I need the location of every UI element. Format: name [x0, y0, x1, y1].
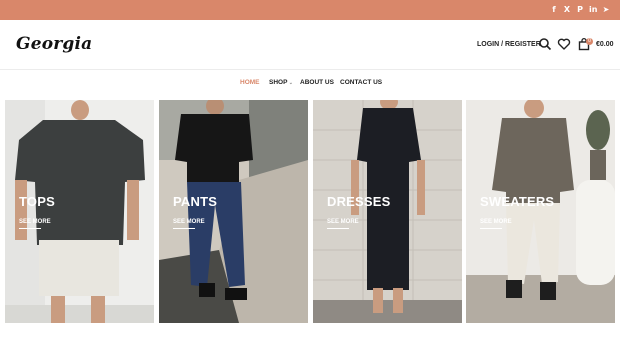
- top-bar: f X P in ➤: [0, 0, 620, 20]
- see-more-link[interactable]: SEE MORE: [480, 219, 512, 225]
- facebook-icon[interactable]: f: [550, 4, 558, 16]
- pinterest-icon[interactable]: P: [576, 4, 584, 16]
- category-image-pants: [159, 100, 308, 323]
- cart-total[interactable]: €0.00: [596, 41, 614, 48]
- category-tile-tops[interactable]: TOPS SEE MORE: [5, 100, 154, 323]
- main-nav: HOME SHOP ⌄ ABOUT US CONTACT US: [0, 77, 620, 89]
- see-more-underline: [19, 228, 41, 229]
- see-more-link[interactable]: SEE MORE: [327, 219, 359, 225]
- category-image-dresses: [313, 100, 462, 323]
- x-twitter-icon[interactable]: X: [563, 4, 571, 16]
- search-icon[interactable]: [538, 37, 552, 51]
- nav-about-us[interactable]: ABOUT US: [300, 77, 334, 89]
- site-logo[interactable]: Georgia: [16, 34, 92, 54]
- category-tile-sweaters[interactable]: SWEATERS SEE MORE: [466, 100, 615, 323]
- see-more-underline: [480, 228, 502, 229]
- category-title: TOPS: [19, 194, 55, 209]
- site-header: Georgia LOGIN / REGISTER 0 €0.00: [0, 20, 620, 70]
- nav-home[interactable]: HOME: [240, 77, 260, 89]
- category-title: SWEATERS: [480, 194, 555, 209]
- see-more-link[interactable]: SEE MORE: [19, 219, 51, 225]
- heart-icon[interactable]: [557, 37, 571, 51]
- category-tile-pants[interactable]: PANTS SEE MORE: [159, 100, 308, 323]
- see-more-link[interactable]: SEE MORE: [173, 219, 205, 225]
- login-register-link[interactable]: LOGIN / REGISTER: [477, 41, 541, 48]
- category-image-tops: [5, 100, 154, 323]
- cart-count-badge: 0: [586, 38, 593, 45]
- category-image-sweaters: [466, 100, 615, 323]
- see-more-underline: [327, 228, 349, 229]
- social-links: f X P in ➤: [550, 4, 610, 16]
- nav-contact-us[interactable]: CONTACT US: [340, 77, 382, 89]
- nav-shop[interactable]: SHOP ⌄: [269, 77, 293, 89]
- category-title: PANTS: [173, 194, 218, 209]
- category-tile-dresses[interactable]: DRESSES SEE MORE: [313, 100, 462, 323]
- see-more-underline: [173, 228, 195, 229]
- telegram-icon[interactable]: ➤: [602, 4, 610, 16]
- chevron-down-icon: ⌄: [287, 80, 294, 86]
- category-title: DRESSES: [327, 194, 391, 209]
- linkedin-icon[interactable]: in: [589, 4, 597, 16]
